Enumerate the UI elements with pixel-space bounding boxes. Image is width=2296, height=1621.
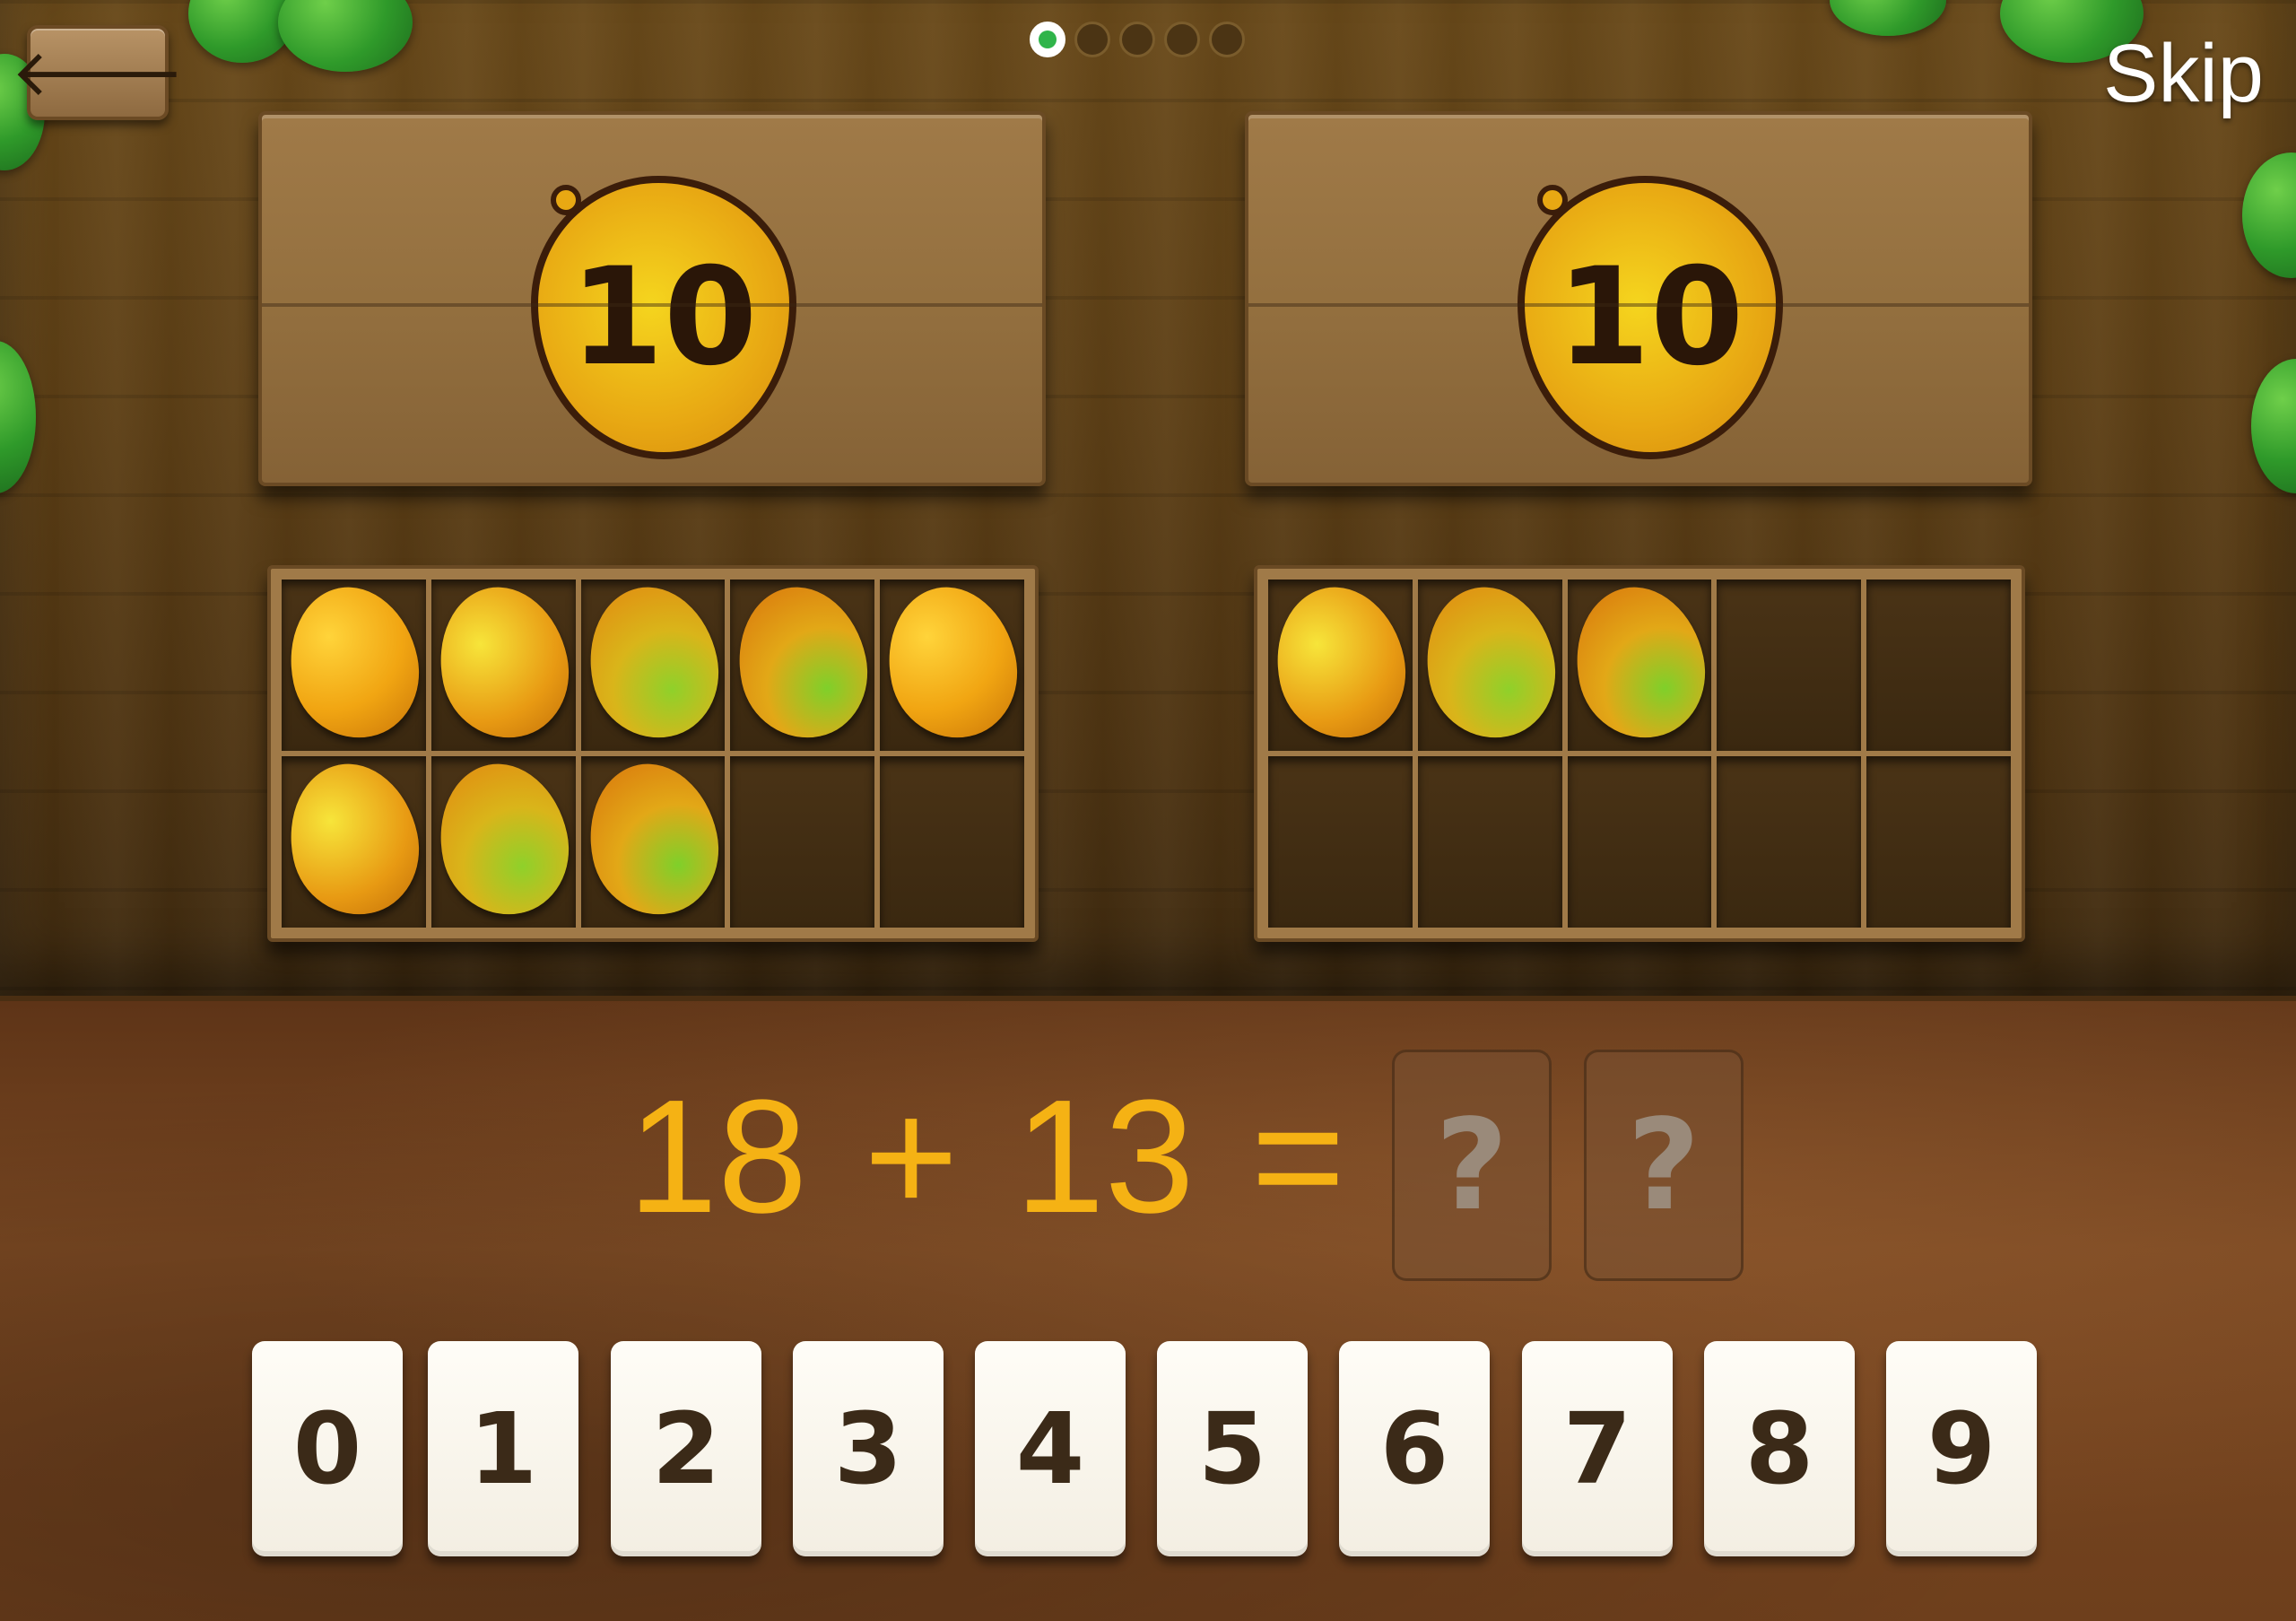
progress-dot: [1030, 22, 1065, 57]
digit-key-6[interactable]: 6: [1339, 1341, 1490, 1556]
progress-dot: [1164, 22, 1200, 57]
mango-icon: [425, 752, 581, 927]
tray-cell: [874, 575, 1031, 751]
crate-right: 10: [1245, 111, 2032, 486]
tray-cell: [275, 752, 431, 928]
tray-cell: [425, 752, 581, 928]
operand-a: 18: [628, 1067, 808, 1247]
mango-icon: [1412, 575, 1568, 750]
digit-key-9[interactable]: 9: [1886, 1341, 2037, 1556]
mango-icon: [725, 575, 881, 750]
operator-plus: +: [864, 1067, 959, 1247]
ten-frame-right: [1254, 565, 2025, 942]
digit-key-1[interactable]: 1: [428, 1341, 578, 1556]
tray-cell: [1567, 756, 1712, 928]
progress-dot: [1209, 22, 1245, 57]
progress-dot: [1119, 22, 1155, 57]
tray-cell: [880, 756, 1024, 928]
digit-key-4[interactable]: 4: [975, 1341, 1126, 1556]
mango-icon: [874, 575, 1031, 750]
mango-icon: [275, 575, 431, 750]
digit-key-0[interactable]: 0: [252, 1341, 403, 1556]
ten-frame-left: [267, 565, 1039, 942]
tray-cell: [1717, 756, 1862, 928]
answer-slot-tens[interactable]: ?: [1392, 1050, 1552, 1281]
tray-cell: [1412, 575, 1568, 751]
mango-icon: [275, 752, 431, 927]
equals-sign: =: [1250, 1067, 1345, 1247]
tray-cell: [1417, 756, 1562, 928]
left-arrow-icon: 🡐: [11, 35, 185, 110]
skip-button[interactable]: Skip: [2103, 27, 2264, 121]
tray-cell: [725, 575, 881, 751]
digit-key-8[interactable]: 8: [1704, 1341, 1855, 1556]
crate-left: 10: [258, 111, 1046, 486]
tray-cell: [1717, 580, 1862, 751]
tray-cell: [425, 575, 581, 751]
tray-cell: [1561, 575, 1718, 751]
tray-cell: [1262, 575, 1418, 751]
digit-key-5[interactable]: 5: [1157, 1341, 1308, 1556]
mango-icon: [575, 575, 731, 750]
mango-icon: [1561, 575, 1718, 750]
answer-slot-ones[interactable]: ?: [1584, 1050, 1744, 1281]
operand-b: 13: [1014, 1067, 1195, 1247]
mango-icon: [1262, 575, 1418, 750]
tray-cell: [1866, 756, 2011, 928]
progress-dots: [1030, 22, 1245, 57]
mango-icon: [575, 752, 731, 927]
digit-key-7[interactable]: 7: [1522, 1341, 1673, 1556]
mango-badge: 10: [1518, 176, 1783, 459]
digit-key-3[interactable]: 3: [793, 1341, 944, 1556]
progress-dot: [1074, 22, 1110, 57]
mango-badge: 10: [531, 176, 796, 459]
tray-cell: [575, 575, 731, 751]
tray-cell: [730, 756, 875, 928]
tray-cell: [1866, 580, 2011, 751]
tray-cell: [275, 575, 431, 751]
equation: 18 + 13 =: [628, 1076, 1345, 1238]
mango-icon: [425, 575, 581, 750]
tray-cell: [1268, 756, 1413, 928]
digit-key-2[interactable]: 2: [611, 1341, 761, 1556]
back-button[interactable]: 🡐: [11, 25, 185, 120]
tray-cell: [575, 752, 731, 928]
